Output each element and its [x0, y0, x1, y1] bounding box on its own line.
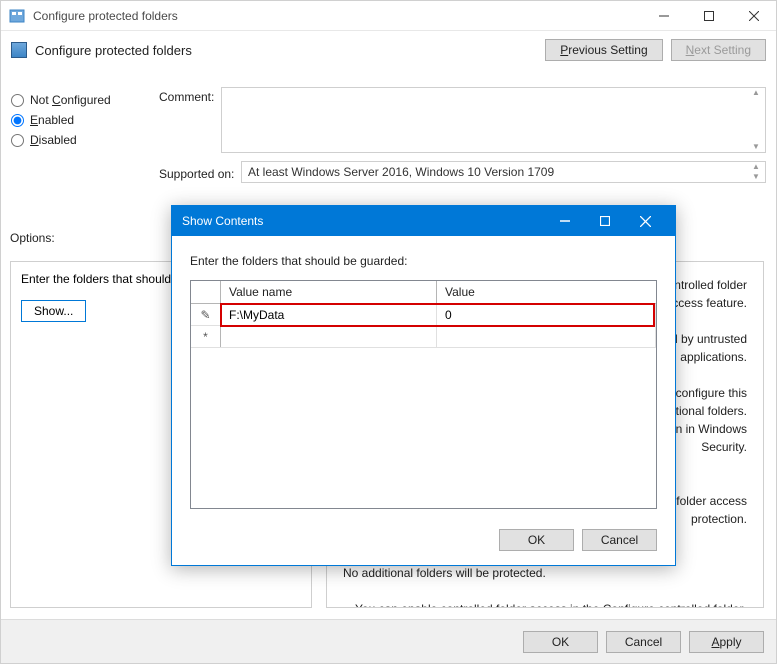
cancel-button[interactable]: Cancel — [606, 631, 681, 653]
policy-icon — [11, 42, 27, 58]
scroll-down-icon[interactable]: ▼ — [748, 173, 764, 181]
modal-prompt: Enter the folders that should be guarded… — [190, 254, 657, 268]
modal-minimize-button[interactable] — [545, 206, 585, 236]
show-button[interactable]: Show... — [21, 300, 86, 322]
dialog-button-bar: OK Cancel Apply — [1, 619, 776, 663]
modal-button-bar: OK Cancel — [172, 519, 675, 565]
state-radios: Not Configured Enabled Disabled — [11, 87, 151, 153]
radio-enabled[interactable]: Enabled — [11, 113, 151, 127]
scroll-up-icon[interactable]: ▲ — [748, 89, 764, 97]
scroll-up-icon[interactable]: ▲ — [748, 163, 764, 171]
column-header-value[interactable]: Value — [437, 281, 656, 303]
row-new-icon: * — [191, 326, 221, 347]
window-title: Configure protected folders — [33, 9, 641, 23]
show-contents-dialog: Show Contents Enter the folders that sho… — [171, 205, 676, 566]
cell-value[interactable] — [437, 326, 656, 347]
modal-cancel-button[interactable]: Cancel — [582, 529, 657, 551]
grid-row[interactable]: ✎ F:\MyData 0 — [191, 304, 656, 326]
ok-button[interactable]: OK — [523, 631, 598, 653]
row-edit-icon: ✎ — [191, 304, 221, 325]
cell-value[interactable]: 0 — [437, 304, 656, 325]
modal-close-button[interactable] — [625, 206, 665, 236]
app-icon — [9, 8, 25, 24]
grid-header: Value name Value — [191, 281, 656, 304]
supported-label: Supported on: — [159, 164, 241, 181]
minimize-button[interactable] — [641, 1, 686, 31]
values-grid[interactable]: Value name Value ✎ F:\MyData 0 * — [190, 280, 657, 509]
comment-label: Comment: — [159, 87, 221, 153]
window-titlebar: Configure protected folders — [1, 1, 776, 31]
modal-titlebar: Show Contents — [172, 206, 675, 236]
subheader: Configure protected folders Previous Set… — [1, 31, 776, 69]
scroll-down-icon[interactable]: ▼ — [748, 143, 764, 151]
grid-empty-area[interactable] — [191, 348, 656, 508]
apply-button[interactable]: Apply — [689, 631, 764, 653]
previous-setting-button[interactable]: Previous Setting — [545, 39, 662, 61]
grid-row[interactable]: * — [191, 326, 656, 348]
modal-title: Show Contents — [182, 214, 545, 228]
cell-value-name[interactable] — [221, 326, 437, 347]
radio-disabled[interactable]: Disabled — [11, 133, 151, 147]
maximize-button[interactable] — [686, 1, 731, 31]
comment-textbox[interactable]: ▲▼ — [221, 87, 766, 153]
close-button[interactable] — [731, 1, 776, 31]
modal-ok-button[interactable]: OK — [499, 529, 574, 551]
modal-maximize-button[interactable] — [585, 206, 625, 236]
cell-value-name[interactable]: F:\MyData — [221, 304, 437, 325]
radio-not-configured[interactable]: Not Configured — [11, 93, 151, 107]
subheader-title: Configure protected folders — [35, 43, 545, 58]
supported-on-textbox: At least Windows Server 2016, Windows 10… — [241, 161, 766, 183]
supported-on-value: At least Windows Server 2016, Windows 10… — [248, 165, 554, 179]
next-setting-button[interactable]: Next Setting — [671, 39, 766, 61]
column-header-name[interactable]: Value name — [221, 281, 437, 303]
options-label: Options: — [10, 231, 55, 245]
